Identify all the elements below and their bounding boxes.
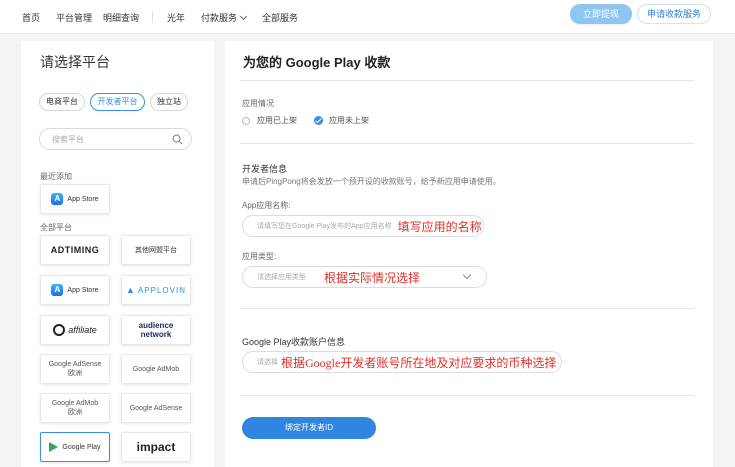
applovin-icon: ▲ (126, 285, 135, 295)
app-name-input[interactable]: 请填写您在Google Play发布的App应用名称 填写应用的名称 (242, 215, 484, 237)
platform-tile-adsense[interactable]: Google AdSense (121, 393, 191, 423)
nav-all-services[interactable]: 全部服务 (262, 11, 298, 24)
platform-tile-admob-eu[interactable]: Google AdMob 欧洲 (40, 393, 110, 423)
platform-tile-audience-network[interactable]: audience network (121, 315, 191, 345)
account-placeholder: 请选择 (257, 359, 278, 366)
audience-network-logo: audience network (139, 321, 174, 339)
app-type-label: 应用类型: (242, 252, 277, 261)
page-title: 为您的 Google Play 收款 (243, 55, 391, 70)
search-input[interactable] (52, 133, 162, 146)
nav-separator (152, 11, 153, 23)
nav-payment-services[interactable]: 付款服务 (201, 11, 248, 24)
nav-payment-services-label: 付款服务 (201, 13, 238, 23)
platform-tile-appstore[interactable]: App Store (40, 275, 110, 305)
app-name-placeholder: 请填写您在Google Play发布的App应用名称 (257, 223, 392, 230)
radio-app-unlisted[interactable]: 应用未上架 (314, 115, 369, 126)
search-icon[interactable] (172, 134, 183, 145)
platform-tile-affiliate[interactable]: affiliate (40, 315, 110, 345)
nav-details-query[interactable]: 明细查询 (103, 11, 139, 24)
app-type-placeholder: 请选择应用类型 (257, 274, 306, 281)
tile-label: 其他网盟平台 (135, 247, 177, 254)
app-type-annotation: 根据实际情况选择 (324, 270, 421, 285)
network-line: network (140, 330, 172, 339)
app-status-label: 应用情况 (242, 99, 274, 108)
account-annotation: 根据Google开发者账号所在地及对应要求的币种选择 (281, 355, 557, 370)
audience-line: audience (138, 321, 174, 330)
google-play-icon (49, 442, 59, 452)
developer-info-hint: 申请后PingPong将会发放一个预开设的收款账号，给予新应用申请使用。 (242, 177, 501, 186)
nav-home[interactable]: 首页 (22, 11, 40, 24)
platform-tile-impact[interactable]: impact (121, 432, 191, 462)
platform-tile-other[interactable]: 其他网盟平台 (121, 235, 191, 265)
platform-tile-admob[interactable]: Google AdMob (121, 354, 191, 384)
chevron-down-icon (239, 12, 248, 21)
app-name-annotation: 填写应用的名称 (397, 219, 482, 234)
google-adsense-logo: Google AdSense (129, 404, 183, 412)
tile-label: Google AdMob (51, 400, 99, 407)
tile-label: Google Play (62, 443, 101, 451)
tab-developer[interactable]: 开发者平台 (90, 93, 145, 111)
platform-sidebar: 请选择平台 电商平台 开发者平台 独立站 最近添加 App Store 全部平台… (21, 41, 214, 467)
nav-platform-management[interactable]: 平台管理 (56, 11, 92, 24)
radio-app-listed[interactable]: 应用已上架 (242, 115, 297, 126)
platform-tile-adsense-eu[interactable]: Google AdSense 欧洲 (40, 354, 110, 384)
app-name-label: App应用名称: (242, 201, 291, 210)
impact-logo: impact (136, 440, 176, 454)
google-admob-eu-logo: Google AdMob 欧洲 (52, 399, 98, 417)
sidebar-title: 请选择平台 (40, 54, 110, 70)
tile-sublabel: 欧洲 (68, 409, 82, 416)
affiliate-logo: affiliate (68, 325, 97, 335)
divider (240, 395, 694, 396)
platform-tile-googleplay[interactable]: Google Play (40, 432, 110, 462)
platform-search (39, 128, 192, 150)
nav-guangnian[interactable]: 光年 (167, 11, 185, 24)
account-select[interactable]: 请选择 根据Google开发者账号所在地及对应要求的币种选择 (242, 351, 562, 373)
chevron-down-icon (462, 270, 472, 280)
tile-label: Google AdSense (48, 361, 102, 368)
recent-label: 最近添加 (40, 172, 72, 181)
bind-developer-id-button[interactable]: 绑定开发者ID (242, 417, 376, 439)
tile-label: App Store (67, 195, 99, 203)
google-admob-logo: Google AdMob (132, 365, 180, 373)
platform-tile-adtiming[interactable]: ADTIMING (40, 235, 110, 265)
app-type-select[interactable]: 请选择应用类型 根据实际情况选择 (242, 266, 487, 288)
app-store-icon (51, 284, 64, 296)
account-info-heading: Google Play收款账户信息 (242, 337, 346, 347)
tile-sublabel: 欧洲 (67, 370, 82, 377)
app-store-icon (51, 193, 64, 205)
platform-tile-applovin[interactable]: ▲ APPLOVIN (121, 275, 191, 305)
applovin-logo: APPLOVIN (137, 285, 186, 295)
apply-service-button[interactable]: 申请收款服务 (637, 4, 711, 24)
radio-checked-icon (314, 116, 323, 125)
divider (240, 80, 694, 81)
withdraw-button[interactable]: 立即提现 (570, 4, 632, 24)
all-platforms-label: 全部平台 (40, 223, 72, 232)
divider (240, 143, 694, 144)
tab-ecommerce[interactable]: 电商平台 (39, 93, 85, 111)
top-nav: 首页 平台管理 明细查询 光年 付款服务 全部服务 立即提现 申请收款服务 (0, 0, 735, 34)
radio-label: 应用已上架 (257, 116, 297, 125)
affiliate-icon (53, 324, 66, 336)
developer-info-heading: 开发者信息 (242, 164, 288, 174)
radio-unchecked-icon (242, 116, 250, 125)
divider (240, 308, 694, 309)
platform-tile-recent-appstore[interactable]: App Store (40, 184, 110, 214)
google-adsense-eu-logo: Google AdSense 欧洲 (49, 360, 102, 378)
application-form: 为您的 Google Play 收款 应用情况 应用已上架 应用未上架 开发者信… (225, 41, 713, 467)
tile-label: App Store (67, 286, 99, 294)
adtiming-logo: ADTIMING (50, 245, 100, 255)
tab-independent-site[interactable]: 独立站 (150, 93, 188, 111)
radio-label: 应用未上架 (329, 116, 369, 125)
